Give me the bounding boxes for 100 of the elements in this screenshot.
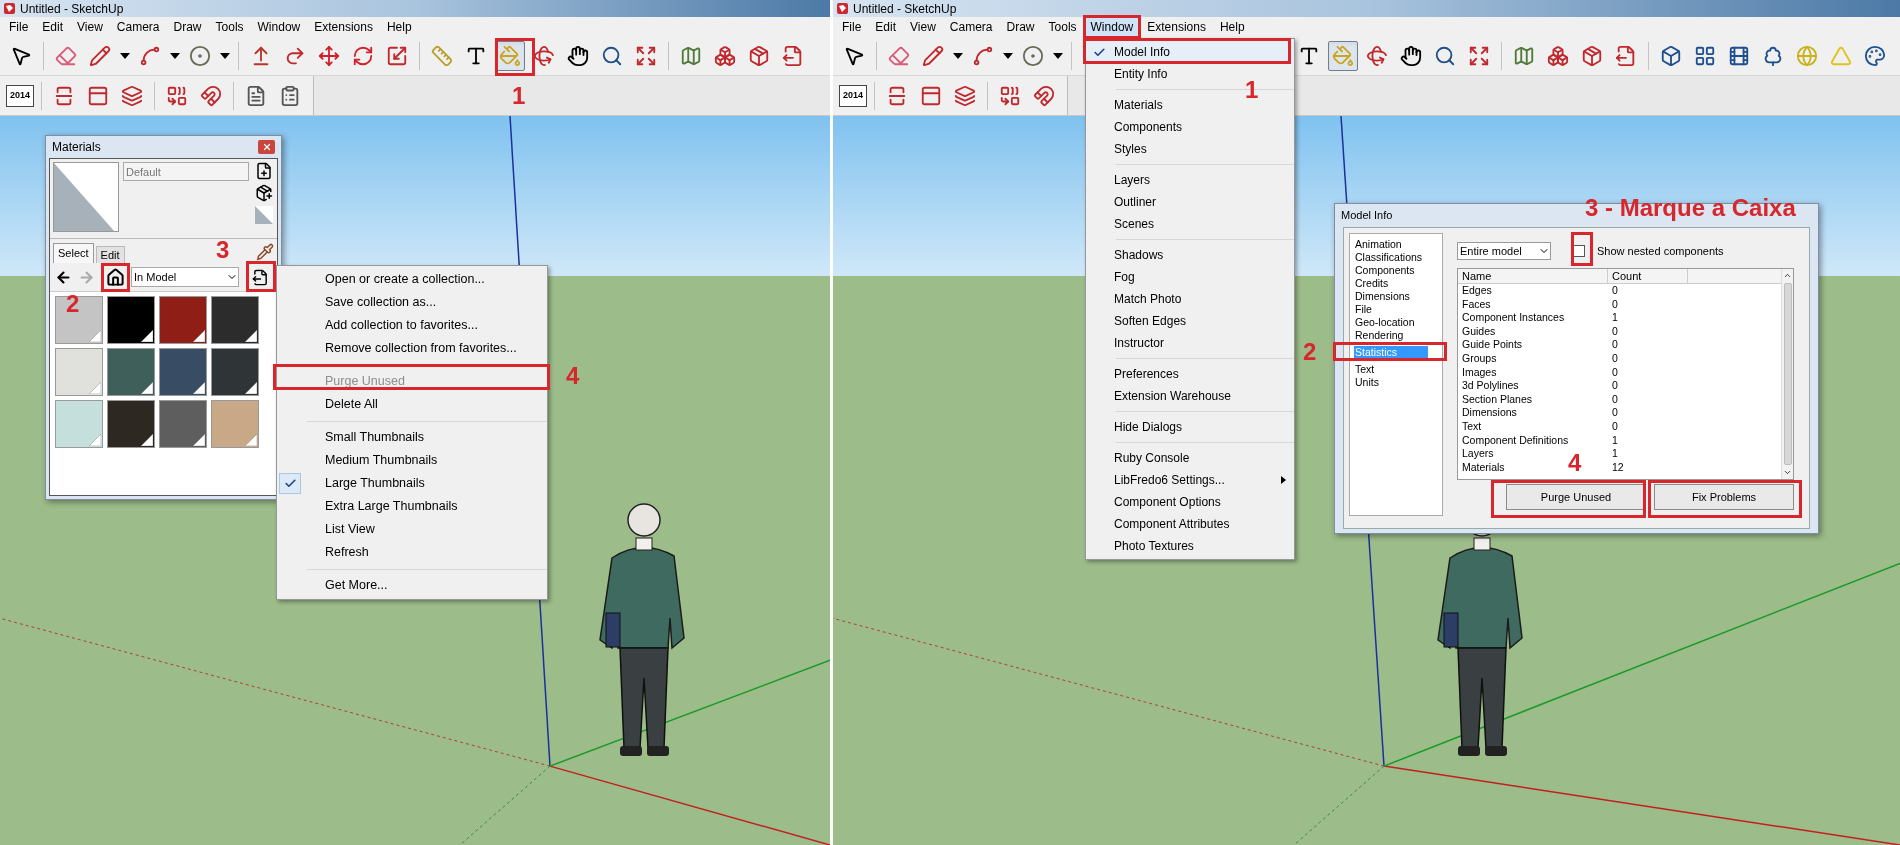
- menu-item[interactable]: Medium Thumbnails: [277, 449, 547, 472]
- menu-item[interactable]: Fog: [1086, 266, 1294, 288]
- add-material-icon[interactable]: [255, 184, 273, 202]
- highlight-frame: [246, 261, 276, 292]
- menu-item[interactable]: Component Attributes: [1086, 513, 1294, 535]
- create-material-icon[interactable]: [255, 162, 273, 180]
- scope-dropdown[interactable]: Entire model: [1457, 242, 1551, 260]
- material-swatch[interactable]: [55, 296, 103, 344]
- list-item[interactable]: Rendering: [1354, 329, 1428, 342]
- collection-dropdown[interactable]: In Model: [131, 267, 239, 287]
- menu-item[interactable]: Large Thumbnails: [277, 472, 547, 495]
- material-swatch[interactable]: [159, 296, 207, 344]
- menu-item[interactable]: Small Thumbnails: [277, 426, 547, 449]
- menu-item[interactable]: Extra Large Thumbnails: [277, 495, 547, 518]
- table-cell: 1: [1612, 447, 1618, 460]
- menu-item[interactable]: LibFredo6 Settings...: [1086, 469, 1294, 491]
- dialog-button[interactable]: Fix Problems: [1654, 484, 1794, 510]
- scrollbar[interactable]: [1781, 269, 1793, 479]
- menu-item[interactable]: Components: [1086, 116, 1294, 138]
- tab[interactable]: Edit: [95, 246, 125, 263]
- menu-item[interactable]: Window: [250, 17, 308, 37]
- scroll-up-icon[interactable]: [1783, 271, 1792, 280]
- menu-item[interactable]: Camera: [109, 17, 167, 37]
- material-swatch[interactable]: [55, 348, 103, 396]
- menu-item[interactable]: Help: [379, 17, 419, 37]
- material-swatch[interactable]: [211, 400, 259, 448]
- material-name-field[interactable]: Default: [123, 162, 249, 181]
- material-swatch[interactable]: [159, 400, 207, 448]
- list-item[interactable]: Components: [1354, 264, 1428, 277]
- menu-item[interactable]: Hide Dialogs: [1086, 416, 1294, 438]
- material-swatch[interactable]: [211, 348, 259, 396]
- menu-item[interactable]: Open or create a collection...: [277, 268, 547, 291]
- menu-item[interactable]: Edit: [35, 17, 71, 37]
- menu-item[interactable]: Styles: [1086, 138, 1294, 160]
- menu-item[interactable]: Instructor: [1086, 332, 1294, 354]
- home-icon[interactable]: [106, 267, 125, 287]
- list-item[interactable]: File: [1354, 303, 1428, 316]
- list-item[interactable]: Text: [1354, 363, 1428, 376]
- material-swatch[interactable]: [107, 296, 155, 344]
- material-swatch[interactable]: [107, 400, 155, 448]
- table-cell: 0: [1612, 379, 1618, 392]
- menu-item[interactable]: Extension Warehouse: [1086, 385, 1294, 407]
- menu-item[interactable]: Draw: [999, 17, 1042, 37]
- menu-item[interactable]: Edit: [868, 17, 904, 37]
- menu-item[interactable]: Help: [1212, 17, 1252, 37]
- menu-item[interactable]: Photo Textures: [1086, 535, 1294, 557]
- date-tool-button[interactable]: 2014: [6, 84, 34, 107]
- menu-item[interactable]: Delete All: [277, 393, 547, 416]
- date-tool-button[interactable]: 2014: [839, 84, 867, 107]
- list-item[interactable]: Credits: [1354, 277, 1428, 290]
- checkmark-icon: [1092, 45, 1106, 59]
- material-swatch[interactable]: [55, 400, 103, 448]
- close-button[interactable]: [258, 140, 275, 154]
- menu-item[interactable]: Refresh: [277, 541, 547, 564]
- menu-item[interactable]: Match Photo: [1086, 288, 1294, 310]
- menu-item[interactable]: Component Options: [1086, 491, 1294, 513]
- step-annotation: 4: [1568, 451, 1582, 475]
- menu-item[interactable]: Get More...: [277, 574, 547, 597]
- material-swatch[interactable]: [211, 296, 259, 344]
- menu-item[interactable]: List View: [277, 518, 547, 541]
- list-item[interactable]: Units: [1354, 376, 1428, 389]
- menu-item[interactable]: Scenes: [1086, 213, 1294, 235]
- menu-item[interactable]: Tools: [1041, 17, 1084, 37]
- list-item[interactable]: Dimensions: [1354, 290, 1428, 303]
- scroll-down-icon[interactable]: [1783, 468, 1792, 477]
- highlight-frame: [101, 263, 130, 292]
- table-cell: 0: [1612, 338, 1618, 351]
- menu-item[interactable]: Preferences: [1086, 363, 1294, 385]
- dialog-button[interactable]: Purge Unused: [1506, 484, 1646, 510]
- menu-item[interactable]: File: [2, 17, 36, 37]
- menu-item[interactable]: Ruby Console: [1086, 447, 1294, 469]
- menu-item[interactable]: Save collection as...: [277, 291, 547, 314]
- highlight-frame: [495, 38, 535, 76]
- menu-item[interactable]: Remove collection from favorites...: [277, 337, 547, 360]
- menu-item[interactable]: Soften Edges: [1086, 310, 1294, 332]
- menu-item[interactable]: Draw: [166, 17, 209, 37]
- menu-item[interactable]: File: [835, 17, 869, 37]
- menu-item[interactable]: Shadows: [1086, 244, 1294, 266]
- eyedropper-icon[interactable]: [256, 243, 274, 261]
- details-icon[interactable]: [252, 268, 269, 286]
- step-annotation: 1: [1245, 78, 1259, 102]
- list-item[interactable]: Classifications: [1354, 251, 1428, 264]
- back-arrow-icon[interactable]: [55, 268, 72, 286]
- menu-item[interactable]: Extensions: [1140, 17, 1213, 37]
- menu-item[interactable]: Add collection to favorites...: [277, 314, 547, 337]
- column-header[interactable]: Count: [1608, 269, 1688, 283]
- list-item[interactable]: Geo-location: [1354, 316, 1428, 329]
- list-item[interactable]: Animation: [1354, 238, 1428, 251]
- table-cell: 0: [1612, 392, 1618, 405]
- menu-item[interactable]: Layers: [1086, 169, 1294, 191]
- material-swatch[interactable]: [159, 348, 207, 396]
- menu-item[interactable]: Outliner: [1086, 191, 1294, 213]
- menu-item[interactable]: Extensions: [307, 17, 380, 37]
- column-header[interactable]: Name: [1458, 269, 1608, 283]
- menu-item[interactable]: Tools: [208, 17, 251, 37]
- material-swatch[interactable]: [107, 348, 155, 396]
- tab[interactable]: Select: [53, 243, 94, 263]
- menu-item[interactable]: View: [70, 17, 110, 37]
- menu-item[interactable]: Camera: [942, 17, 1000, 37]
- menu-item[interactable]: View: [903, 17, 943, 37]
